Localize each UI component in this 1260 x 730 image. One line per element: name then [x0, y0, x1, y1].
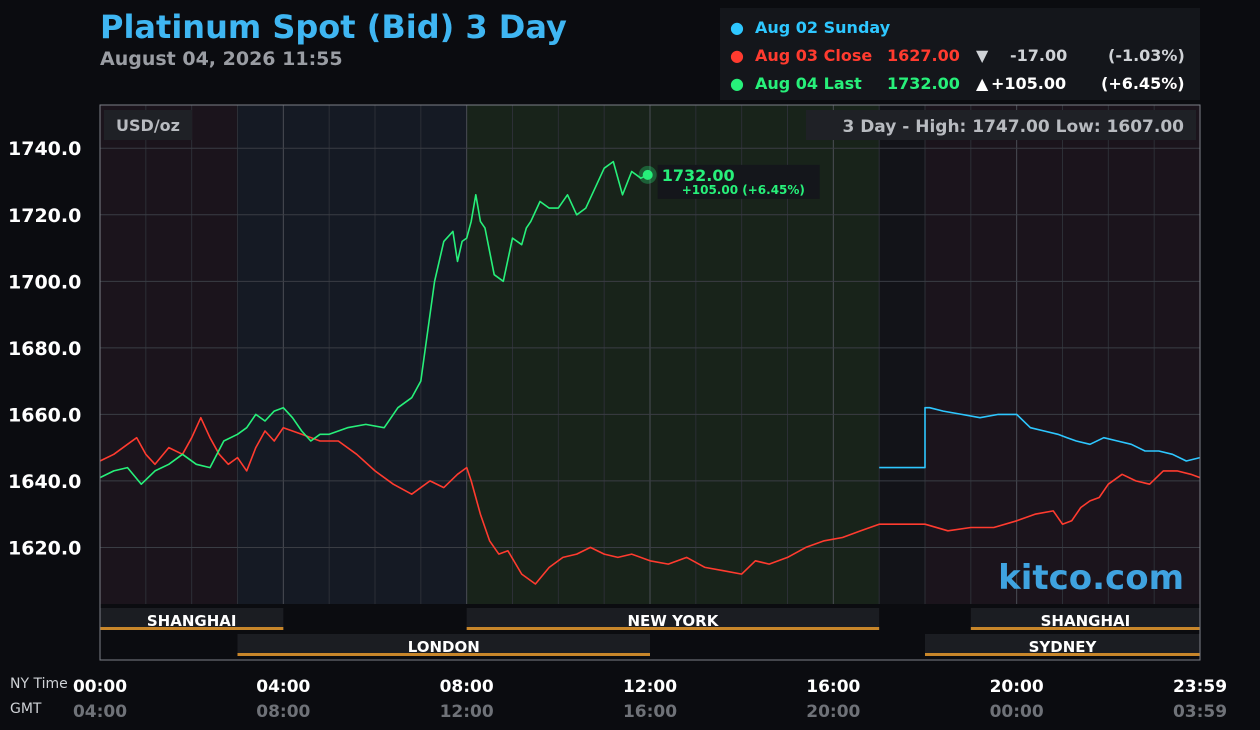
x-tick-label-gmt: 00:00 — [990, 702, 1044, 722]
y-tick-label: 1620.0 — [8, 537, 81, 559]
x-tick-label-gmt: 04:00 — [73, 702, 127, 722]
x-tick-label-ny: 16:00 — [806, 677, 860, 697]
session-bottom-label-0: LONDON — [408, 638, 480, 656]
x-tick-label-gmt: 03:59 — [1173, 702, 1227, 722]
x-tick-label-gmt: 20:00 — [806, 702, 860, 722]
unit-label: USD/oz — [116, 116, 180, 135]
gmt-label: GMT — [10, 701, 42, 717]
x-tick-label-ny: 20:00 — [990, 677, 1044, 697]
x-tick-label-gmt: 12:00 — [440, 702, 494, 722]
x-tick-label-gmt: 16:00 — [623, 702, 677, 722]
session-bottom-label-1: SYDNEY — [1029, 638, 1098, 656]
y-tick-label: 1640.0 — [8, 471, 81, 493]
x-tick-label-ny: 23:59 — [1173, 677, 1227, 697]
kitco-watermark: kitco.com — [998, 558, 1184, 598]
high-low-label: 3 Day - High: 1747.00 Low: 1607.00 — [842, 117, 1184, 137]
last-change-label: +105.00 (+6.45%) — [682, 183, 805, 197]
session-top-label-2: SHANGHAI — [1041, 612, 1131, 630]
y-tick-label: 1680.0 — [8, 338, 81, 360]
x-tick-label-ny: 12:00 — [623, 677, 677, 697]
x-tick-label-ny: 04:00 — [256, 677, 310, 697]
session-top-label-0: SHANGHAI — [147, 612, 237, 630]
session-band-0 — [100, 105, 238, 604]
y-tick-label: 1720.0 — [8, 205, 81, 227]
session-band-1 — [237, 105, 467, 604]
y-tick-label: 1740.0 — [8, 138, 81, 160]
price-chart: SHANGHAI NEW YORK SHANGHAI LONDON SYDNEY 162… — [8, 104, 1227, 722]
x-tick-label-ny: 00:00 — [73, 677, 127, 697]
last-point-marker — [642, 169, 653, 180]
x-tick-label-gmt: 08:00 — [256, 702, 310, 722]
y-tick-label: 1660.0 — [8, 404, 81, 426]
y-tick-label: 1700.0 — [8, 271, 81, 293]
x-tick-label-ny: 08:00 — [440, 677, 494, 697]
session-top-label-1: NEW YORK — [628, 612, 720, 630]
ny-time-label: NY Time — [10, 676, 68, 692]
